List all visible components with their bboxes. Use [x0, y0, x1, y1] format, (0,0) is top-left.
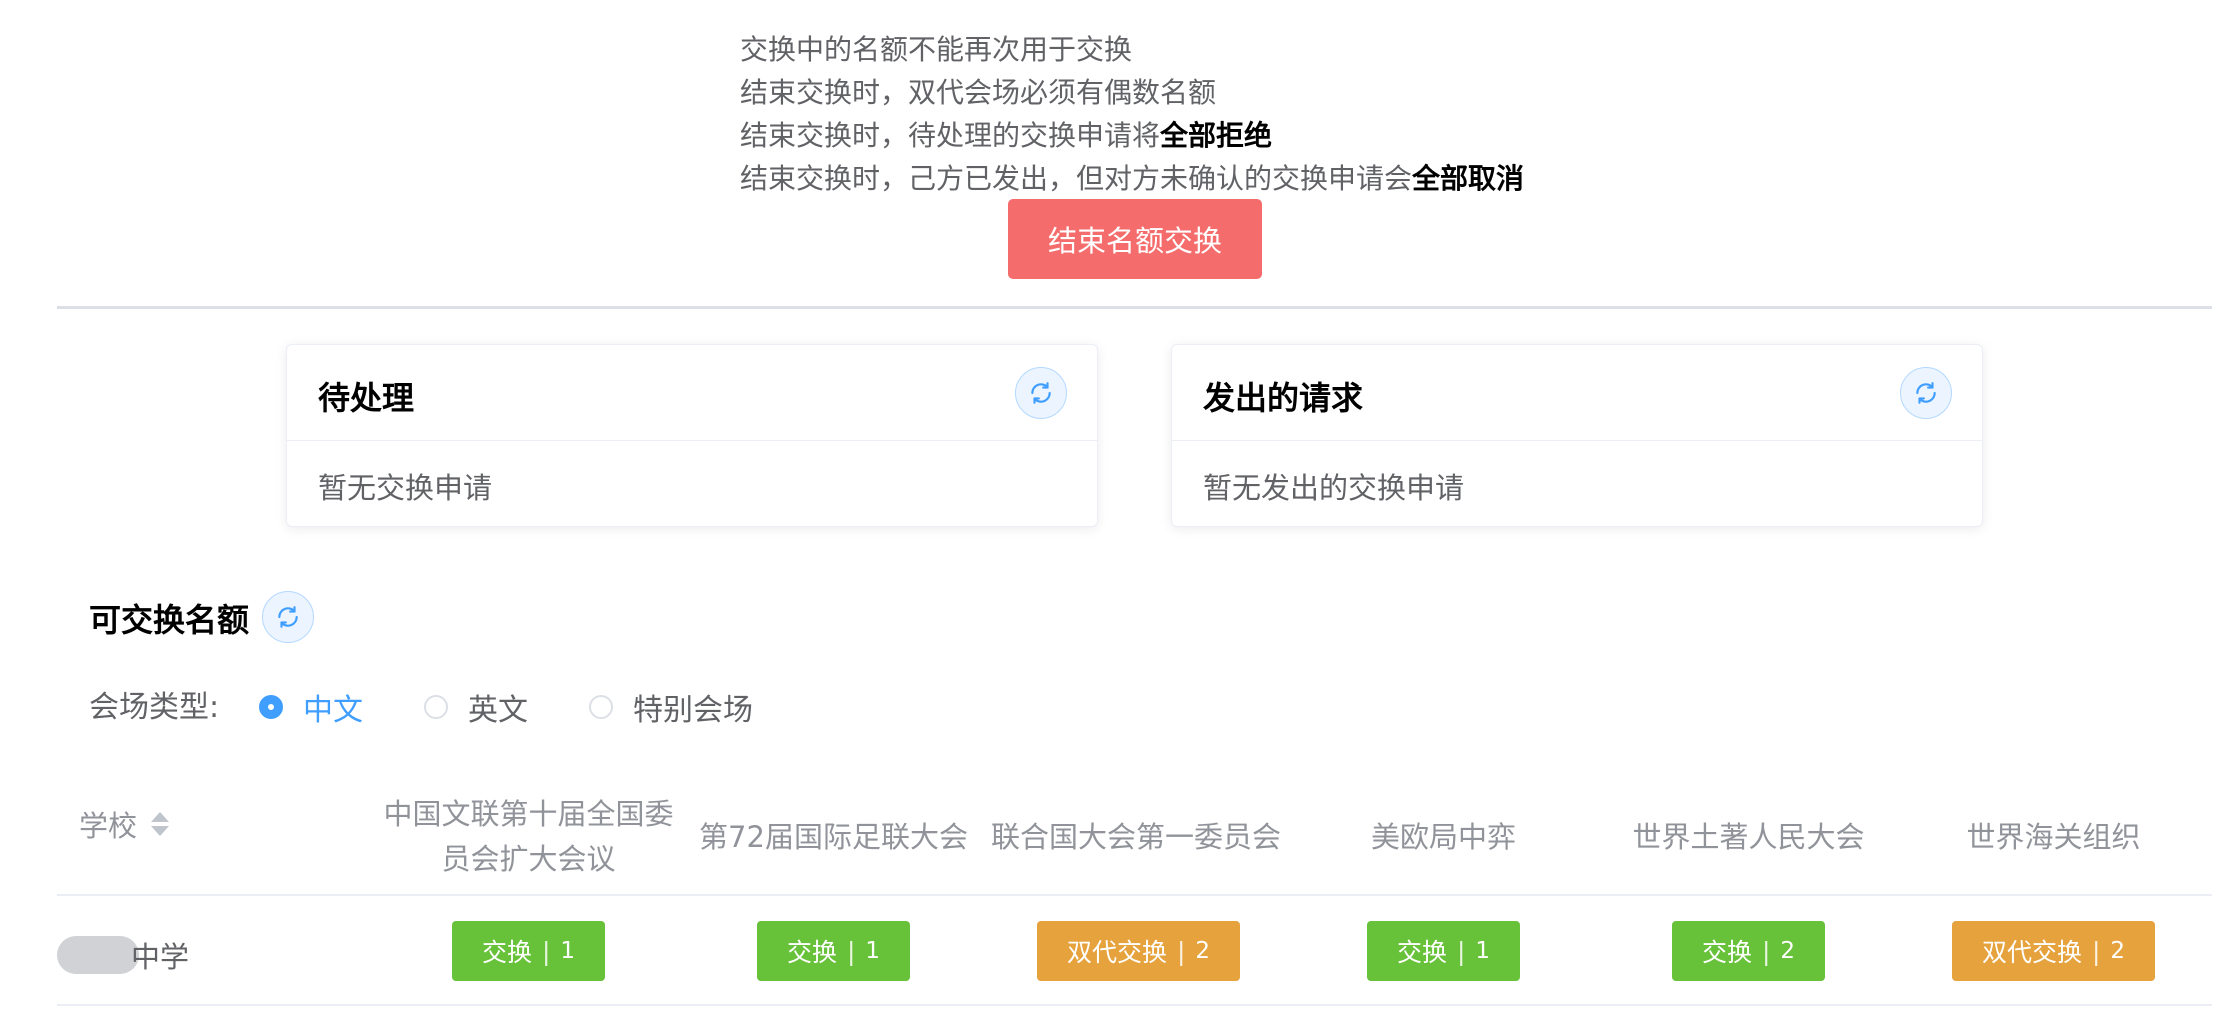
table-cell: 交换 | 1	[681, 921, 986, 981]
radio-dot	[259, 695, 283, 719]
table-cell: 交换 | 1	[376, 921, 681, 981]
exchange-button[interactable]: 交换 | 1	[451, 921, 606, 981]
pending-refresh-button[interactable]	[1015, 367, 1067, 419]
notice-line-4: 结束交换时，己方已发出，但对方未确认的交换申请会全部取消	[740, 162, 1525, 195]
column-header: 中国文联第十届全国委员会扩大会议	[383, 797, 674, 876]
column-header: 世界土著人民大会	[1632, 819, 1865, 854]
sent-title: 发出的请求	[1203, 379, 1364, 417]
refresh-icon	[278, 606, 298, 628]
column-header: 世界海关组织	[1966, 819, 2141, 854]
notice-line-3: 结束交换时，待处理的交换申请将全部拒绝	[740, 119, 1273, 152]
table-divider	[57, 1004, 2212, 1006]
double-exchange-button[interactable]: 双代交换 | 2	[1951, 921, 2156, 981]
school-name-cell: 中学	[57, 935, 189, 975]
column-header: 美欧局中弈	[1370, 819, 1516, 854]
pending-empty-text: 暂无交换申请	[318, 471, 493, 505]
column-header: 联合国大会第一委员会	[990, 819, 1281, 854]
venue-type-label: 会场类型:	[89, 690, 220, 725]
radio-dot	[424, 695, 448, 719]
sent-card: 发出的请求 暂无发出的交换申请	[1171, 344, 1983, 527]
table-divider	[57, 894, 2212, 896]
double-exchange-button[interactable]: 双代交换 | 2	[1036, 921, 1241, 981]
exchange-notice: 交换中的名额不能再次用于交换 结束交换时，双代会场必须有偶数名额 结束交换时，待…	[740, 28, 1524, 200]
notice-line-1: 交换中的名额不能再次用于交换	[740, 33, 1133, 66]
venue-radio-special[interactable]: 特别会场	[589, 685, 753, 729]
redacted-mask	[57, 936, 139, 974]
exchange-button[interactable]: 交换 | 1	[756, 921, 911, 981]
available-refresh-button[interactable]	[262, 591, 314, 643]
pending-card: 待处理 暂无交换申请	[286, 344, 1098, 527]
exchange-button[interactable]: 交换 | 2	[1671, 921, 1826, 981]
table-cell: 交换 | 2	[1596, 921, 1901, 981]
sent-card-header: 发出的请求	[1172, 345, 1982, 441]
sent-refresh-button[interactable]	[1900, 367, 1952, 419]
exchange-button[interactable]: 交换 | 1	[1366, 921, 1521, 981]
venue-radio-chinese[interactable]: 中文	[259, 685, 363, 729]
available-quota-title: 可交换名额	[89, 601, 250, 639]
sent-empty-text: 暂无发出的交换申请	[1203, 471, 1465, 505]
table-cell: 交换 | 1	[1291, 921, 1596, 981]
sort-icon[interactable]	[151, 812, 170, 836]
end-exchange-button[interactable]: 结束名额交换	[1008, 199, 1262, 279]
table-cell: 双代交换 | 2	[1901, 921, 2206, 981]
school-column-header[interactable]: 学校	[79, 803, 170, 845]
divider	[57, 306, 2212, 309]
column-header: 第72届国际足联大会	[699, 819, 968, 854]
refresh-icon	[1031, 382, 1051, 404]
radio-dot	[589, 695, 613, 719]
refresh-icon	[1916, 382, 1936, 404]
pending-title: 待处理	[318, 379, 415, 417]
pending-card-header: 待处理	[287, 345, 1097, 441]
table-cell: 双代交换 | 2	[986, 921, 1291, 981]
notice-line-2: 结束交换时，双代会场必须有偶数名额	[740, 76, 1217, 109]
venue-radio-english[interactable]: 英文	[424, 685, 528, 729]
